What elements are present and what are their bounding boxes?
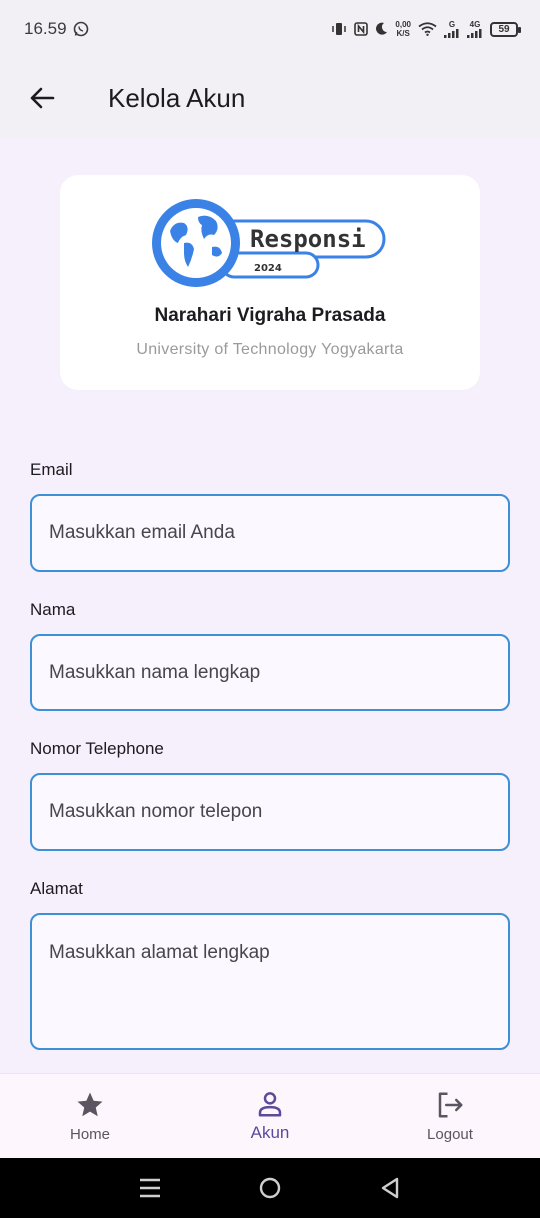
system-back-button[interactable] [368,1166,412,1210]
status-bar: 16.59 0,00 K/S G 4G 59 [0,0,540,58]
vibrate-icon [332,23,347,35]
back-button[interactable] [20,76,64,120]
wifi-icon [418,22,437,36]
page-title: Kelola Akun [108,82,246,113]
circle-home-icon [259,1177,281,1199]
address-field[interactable] [30,913,510,1050]
status-time: 16.59 [24,19,67,38]
whatsapp-icon [73,21,88,37]
system-nav-bar [0,1158,540,1218]
logo-year: 2024 [254,263,282,274]
signal-bars-icon [467,29,482,38]
profile-name: Narahari Vigraha Prasada [154,305,386,326]
signal-bars-icon [444,29,459,38]
person-icon [258,1092,282,1117]
nav-akun-label: Akun [250,1123,290,1142]
name-field[interactable] [30,634,510,711]
logo-word: Responsi [250,225,366,253]
nfc-icon [354,22,369,36]
nav-akun[interactable]: Akun [180,1074,360,1158]
profile-university: University of Technology Yogyakarta [136,341,404,358]
battery-icon: 59 [490,21,521,37]
nav-logout[interactable]: Logout [360,1074,540,1158]
signal-2-label: 4G [469,20,481,29]
email-label: Email [30,460,73,479]
signal-2: 4G [467,20,483,38]
responsi-logo: Responsi 2024 [152,199,386,287]
alamat-label: Alamat [30,879,83,898]
recents-button[interactable] [128,1166,172,1210]
net-speed-unit: K/S [396,29,410,38]
menu-icon [140,1178,160,1198]
email-field[interactable] [30,494,510,572]
status-left: 16.59 [24,19,89,39]
profile-card: Responsi 2024 Narahari Vigraha Prasada U… [60,175,480,390]
star-icon [77,1092,103,1116]
nama-label: Nama [30,600,76,619]
app-bar: Kelola Akun [0,58,540,138]
signal-1: G [444,20,460,38]
battery-level: 59 [498,23,510,35]
bottom-nav: Home Akun Logout [0,1073,540,1158]
moon-icon [376,22,388,35]
net-speed-value: 0,00 [395,20,411,29]
logout-icon [438,1092,463,1117]
status-right: 0,00 K/S G 4G 59 [331,20,521,38]
triangle-back-icon [381,1177,399,1199]
net-speed: 0,00 K/S [395,20,411,38]
phone-label: Nomor Telephone [30,739,164,758]
arrow-left-icon [30,87,55,109]
nav-home-label: Home [69,1125,110,1143]
nav-logout-label: Logout [427,1125,473,1143]
signal-1-label: G [448,20,456,29]
phone-field[interactable] [30,773,510,851]
home-button[interactable] [248,1166,292,1210]
nav-home[interactable]: Home [0,1074,180,1158]
